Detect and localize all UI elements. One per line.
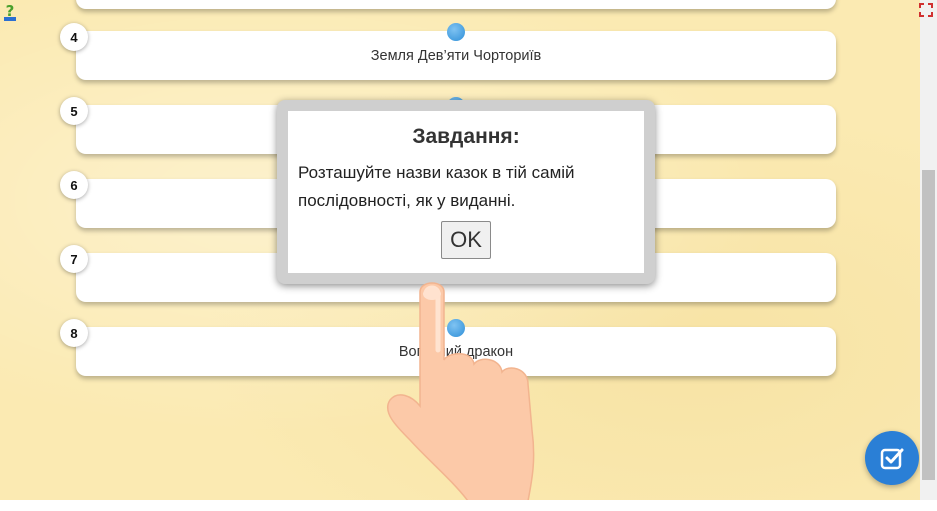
bottom-bar [0,500,937,511]
help-icon[interactable]: ? [2,2,18,22]
item-number: 7 [60,245,88,273]
dialog-title: Завдання: [412,125,520,148]
check-button[interactable] [865,431,919,485]
list-item-partial[interactable] [76,0,836,9]
item-number: 5 [60,97,88,125]
ok-button[interactable]: OK [441,221,491,259]
item-number: 8 [60,319,88,347]
pointing-hand-icon [387,282,535,500]
item-number: 6 [60,171,88,199]
exercise-stage: ? Земля Дев’яти Чорториїв 4 5 6 7 Вогнян… [0,0,920,500]
fullscreen-icon[interactable] [918,2,934,18]
list-item[interactable]: Земля Дев’яти Чорториїв 4 [60,23,836,80]
dialog-text: Розташуйте назви казок в тій самій послі… [298,163,575,210]
scrollbar-thumb[interactable] [922,170,935,480]
dialog-body: Завдання: Розташуйте назви казок в тій с… [288,111,644,273]
check-icon [880,448,904,470]
instruction-dialog: Завдання: Розташуйте назви казок в тій с… [277,100,655,284]
drag-handle[interactable] [447,23,465,41]
item-number: 4 [60,23,88,51]
